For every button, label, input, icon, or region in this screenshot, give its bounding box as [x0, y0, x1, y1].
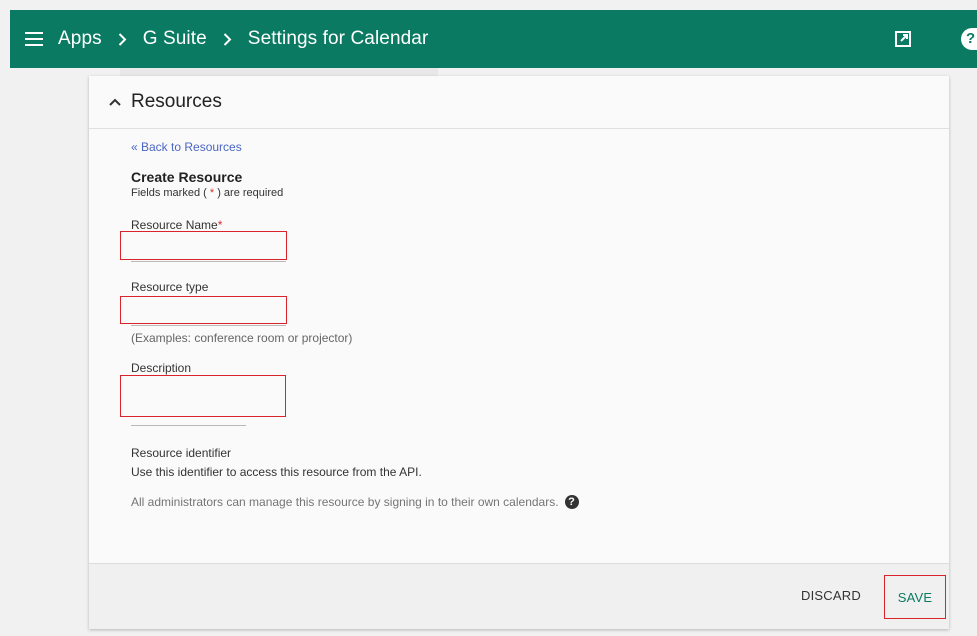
back-to-resources-link[interactable]: « Back to Resources [131, 140, 731, 154]
resource-name-input[interactable] [120, 231, 287, 260]
required-note-suffix: ) are required [214, 187, 284, 199]
description-underline [131, 425, 246, 426]
section-title: Resources [131, 91, 222, 112]
admins-note: All administrators can manage this resou… [131, 495, 579, 509]
resource-type-label: Resource type [131, 280, 209, 294]
topbar-actions: ? [889, 10, 977, 68]
chevron-up-icon [109, 98, 121, 106]
resource-identifier-title: Resource identifier [131, 446, 232, 460]
resources-card: Resources « Back to Resources Create Res… [89, 76, 949, 629]
description-input[interactable] [120, 375, 286, 417]
resource-name-label-text: Resource Name [131, 218, 218, 232]
create-resource-form: « Back to Resources Create Resource Fiel… [120, 140, 731, 509]
form-title: Create Resource [131, 169, 243, 185]
chevron-right-icon [223, 32, 232, 46]
help-icon[interactable]: ? [564, 495, 579, 509]
hamburger-menu-icon [25, 32, 43, 46]
form-actions-bar: DISCARD SAVE [89, 563, 949, 629]
resource-identifier-block: Resource identifier Use this identifier … [131, 446, 422, 479]
chevron-right-icon [118, 32, 127, 46]
resource-identifier-description: Use this identifier to access this resou… [131, 465, 422, 479]
required-note-prefix: Fields marked ( [131, 187, 210, 199]
description-field: Description [131, 361, 191, 375]
resource-type-field: Resource type [131, 280, 208, 294]
open-in-new-button[interactable] [889, 25, 917, 53]
resource-name-field: Resource Name* [131, 218, 222, 232]
previous-card-edge [120, 68, 438, 76]
description-label: Description [131, 361, 192, 375]
breadcrumb: Apps G Suite Settings for Calendar [58, 28, 428, 50]
resource-type-underline [131, 325, 286, 326]
breadcrumb-gsuite[interactable]: G Suite [143, 28, 207, 50]
required-fields-note: Fields marked ( * ) are required [131, 187, 731, 199]
resource-name-required-star: * [217, 218, 223, 232]
resource-type-input[interactable] [120, 296, 287, 324]
admins-note-text: All administrators can manage this resou… [131, 495, 559, 509]
resource-type-hint: (Examples: conference room or projector) [131, 331, 353, 345]
open-in-new-icon [895, 31, 911, 47]
main-menu-button[interactable] [10, 10, 58, 68]
discard-button[interactable]: DISCARD [801, 588, 861, 603]
top-app-bar: Apps G Suite Settings for Calendar ? [10, 10, 977, 68]
breadcrumb-apps[interactable]: Apps [58, 28, 102, 50]
save-button[interactable]: SAVE [884, 575, 946, 619]
breadcrumb-settings-for-calendar: Settings for Calendar [247, 28, 429, 49]
resource-name-label: Resource Name* [131, 218, 222, 232]
help-icon[interactable]: ? [961, 28, 977, 50]
resources-section-header[interactable]: Resources [89, 76, 949, 129]
resource-name-underline [131, 261, 286, 262]
